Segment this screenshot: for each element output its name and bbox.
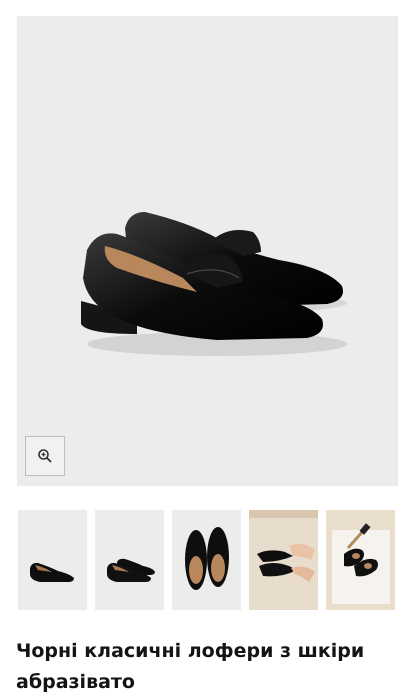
thumbnail-5[interactable] [326,510,395,610]
thumbnail-3[interactable] [172,510,241,610]
thumbnail-top-view [172,510,241,610]
product-title: Чорні класичні лофери з шкіри абразівато [16,640,365,693]
thumbnail-strip [18,510,396,610]
zoom-button[interactable] [25,436,65,476]
thumbnail-2[interactable] [95,510,164,610]
thumbnail-pair-side-view [95,510,164,610]
thumbnail-side-view [18,510,87,610]
thumbnail-flatlay-brush [326,510,395,610]
zoom-in-icon [38,449,52,463]
thumbnail-4[interactable] [249,510,318,610]
product-main-image[interactable] [17,16,398,486]
loafers-main-photo [81,212,347,356]
thumbnail-hand-holding [249,510,318,610]
thumbnail-1[interactable] [18,510,87,610]
